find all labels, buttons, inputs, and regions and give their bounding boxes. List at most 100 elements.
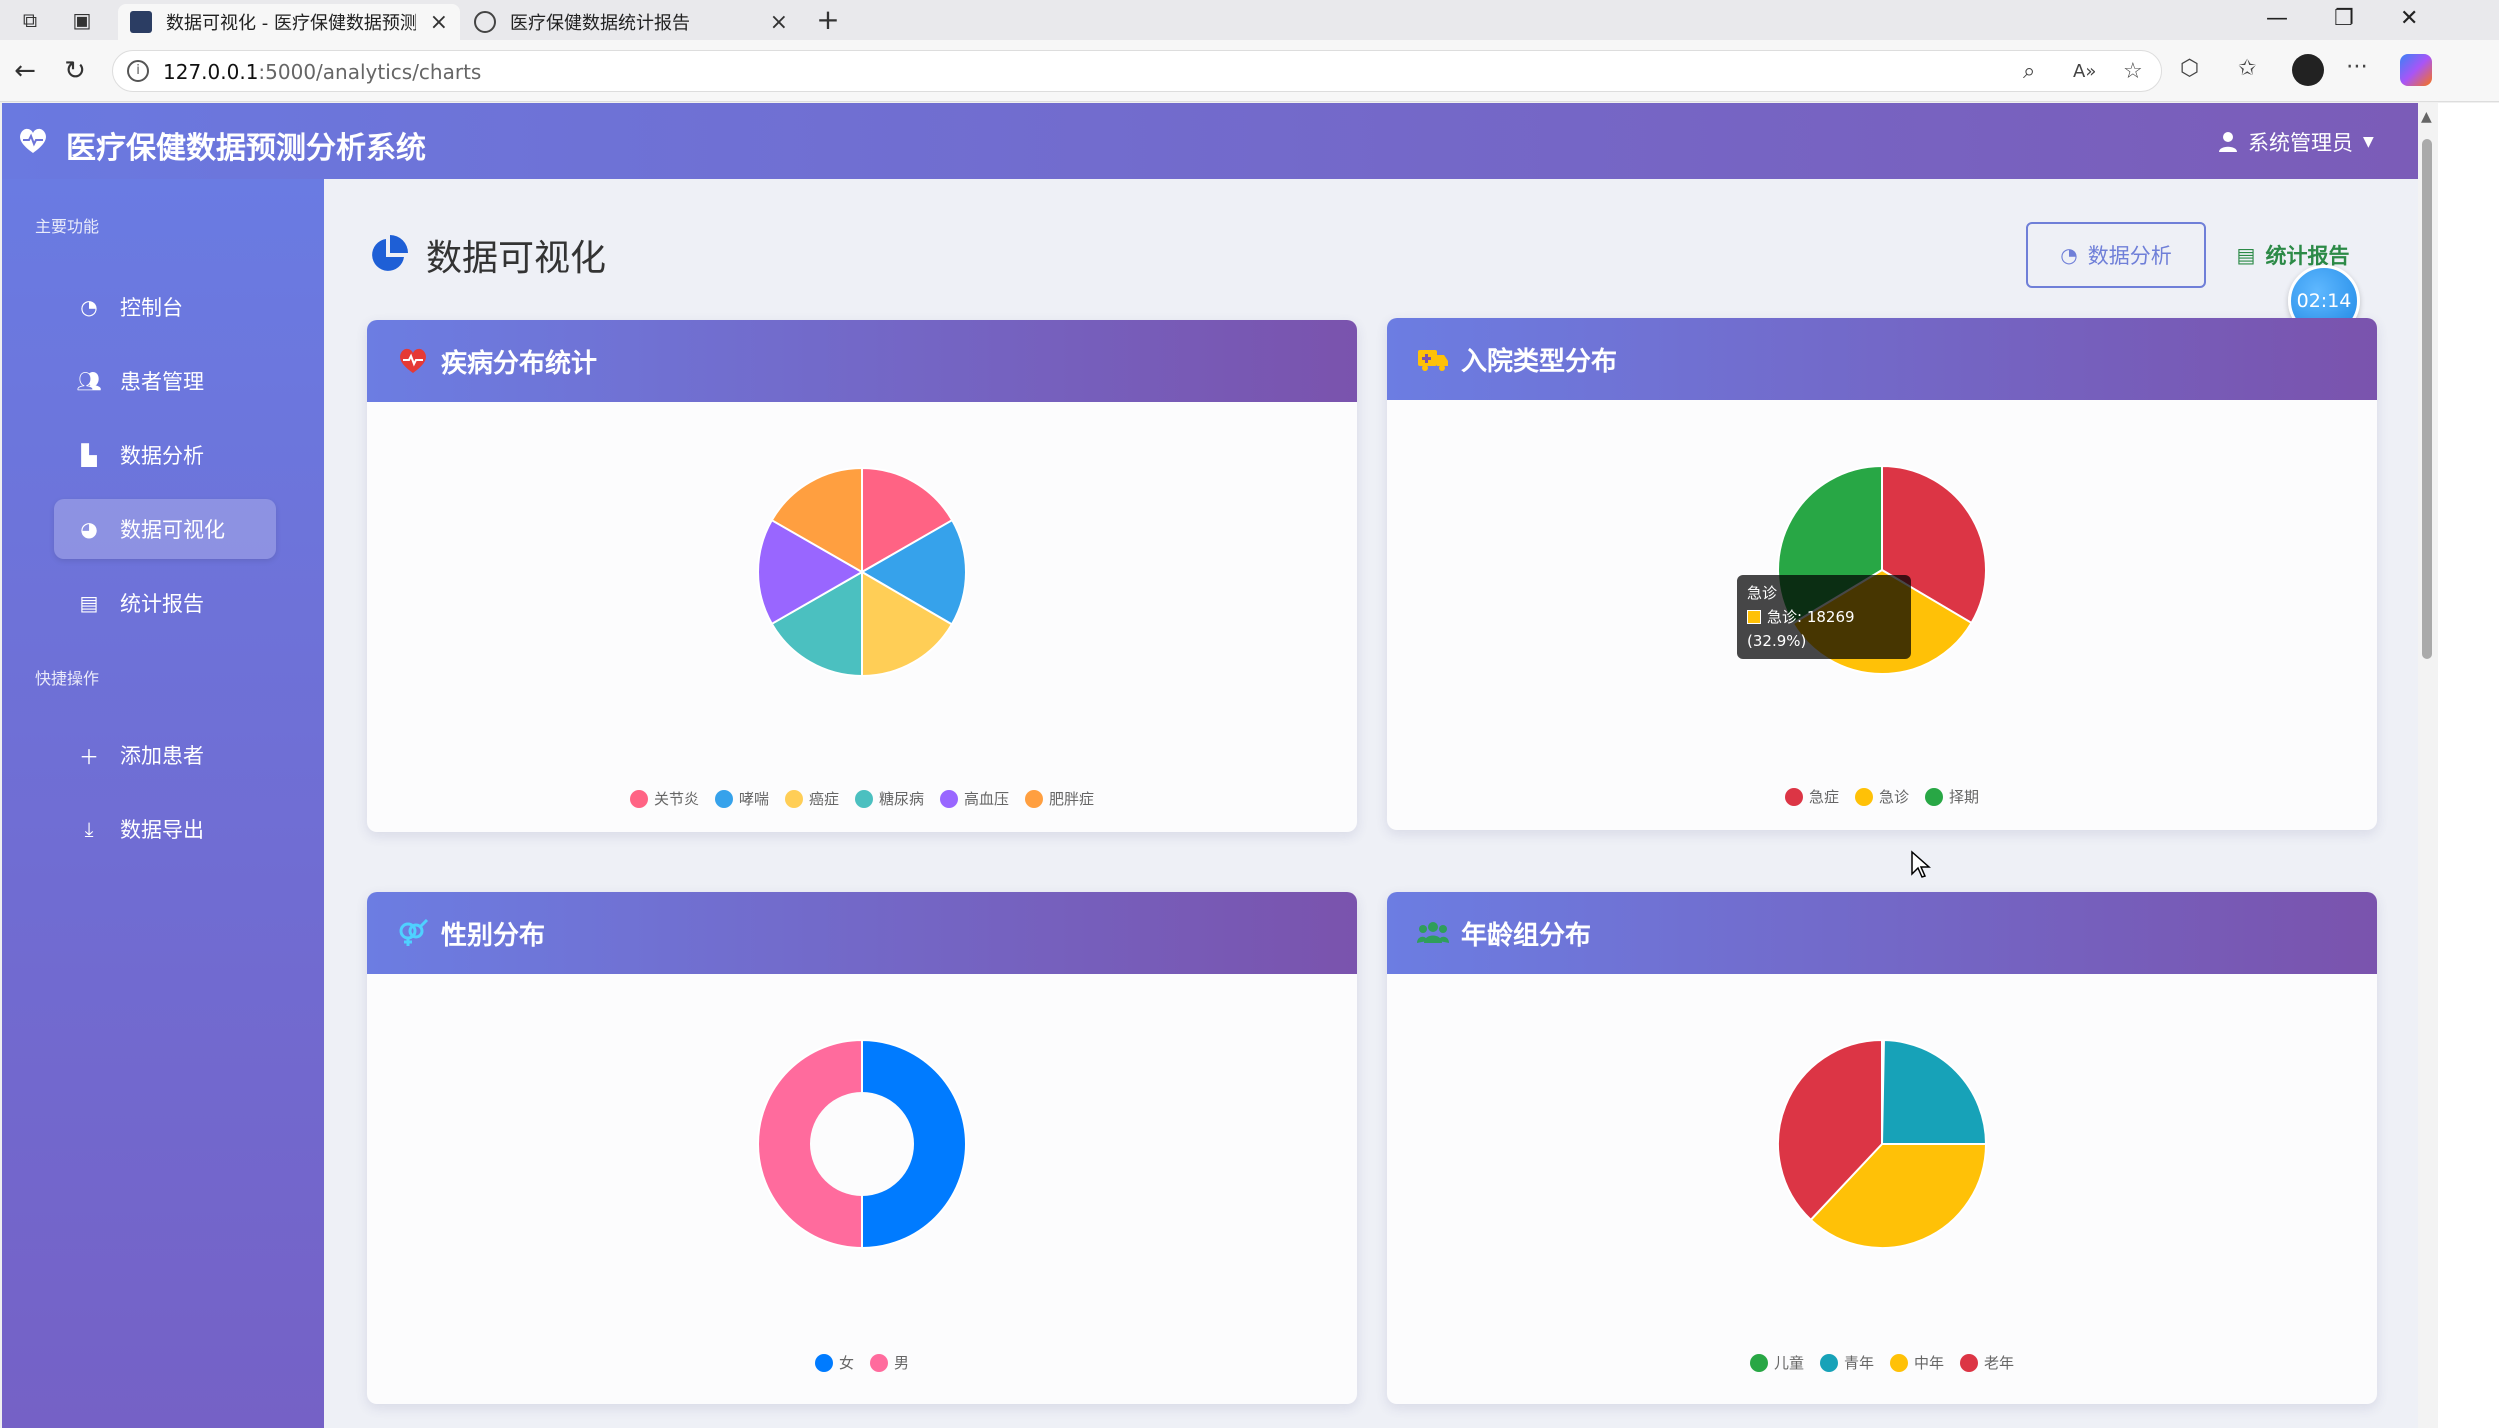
users-icon [1417, 922, 1449, 943]
legend-item[interactable]: 肥胖症 [1025, 788, 1094, 809]
gauge-icon: ◔ [2060, 243, 2078, 267]
data-analysis-button[interactable]: ◔ 数据分析 [2026, 222, 2206, 288]
legend-item[interactable]: 儿童 [1749, 1352, 1804, 1373]
more-menu-icon[interactable]: ⋯ [2346, 54, 2368, 79]
workspaces-icon[interactable]: ⧉ [18, 8, 42, 32]
close-tab-icon[interactable]: × [430, 10, 448, 35]
browser-tab-active[interactable]: 数据可视化 - 医疗保健数据预测分 × [118, 4, 460, 40]
favorites-icon[interactable]: ✩ [2238, 56, 2256, 81]
legend-swatch [1925, 787, 1943, 806]
legend-item[interactable]: 青年 [1819, 1352, 1874, 1373]
disease-pie-chart[interactable] [367, 402, 1357, 832]
page-scrollbar[interactable]: ▲ [2418, 103, 2438, 1428]
legend-item[interactable]: 糖尿病 [855, 788, 924, 809]
profile-avatar[interactable] [2292, 54, 2324, 86]
sidebar-item-reports[interactable]: ▤ 统计报告 [54, 573, 276, 633]
new-tab-button[interactable]: + [816, 6, 840, 34]
app-brand[interactable]: 医疗保健数据预测分析系统 [66, 123, 426, 167]
legend-item[interactable]: 高血压 [940, 788, 1009, 809]
user-menu[interactable]: 系统管理员 ▼ [2218, 127, 2374, 157]
legend-item[interactable]: 择期 [1925, 786, 1979, 807]
url-text: 127.0.0.1:5000/analytics/charts [163, 60, 482, 84]
legend-item[interactable]: 女 [814, 1352, 854, 1373]
terminal-favicon-icon [130, 11, 152, 33]
legend-swatch [940, 789, 959, 808]
donut-hole [810, 1092, 914, 1196]
legend-item[interactable]: 急症 [1784, 786, 1839, 807]
url-input[interactable]: i 127.0.0.1:5000/analytics/charts ⌕ A» ☆ [112, 50, 2162, 92]
sidebar-item-visualization[interactable]: ◕ 数据可视化 [54, 499, 276, 559]
legend-swatch [814, 1353, 833, 1372]
legend-item[interactable]: 男 [870, 1352, 909, 1373]
restore-button[interactable]: ❐ [2334, 6, 2354, 31]
legend-swatch [870, 1353, 888, 1372]
legend-swatch [1960, 1353, 1979, 1372]
sidebar-item-label: 数据可视化 [120, 518, 225, 542]
tab-actions-icon[interactable]: ▣ [70, 8, 94, 32]
chart-pie-icon [372, 235, 408, 271]
sidebar-item-add-patient[interactable]: ＋ 添加患者 [54, 725, 276, 785]
read-aloud-icon[interactable]: A» [2073, 61, 2096, 82]
sidebar-item-label: 控制台 [120, 296, 183, 320]
zoom-icon[interactable]: ⌕ [2023, 59, 2035, 84]
sidebar-item-dashboard[interactable]: ◔ 控制台 [54, 277, 276, 337]
chart-card-gender: 性别分布 女 男 [367, 892, 1357, 1404]
legend-item[interactable]: 中年 [1890, 1352, 1944, 1373]
legend-swatch [1749, 1353, 1768, 1372]
site-info-icon[interactable]: i [127, 60, 149, 82]
legend-label: 哮喘 [738, 790, 769, 808]
tooltip-line: 急诊: 18269 (32.9%) [1747, 605, 1901, 653]
browser-tab-bar: ⧉ ▣ 数据可视化 - 医疗保健数据预测分 × 医疗保健数据统计报告 × + —… [0, 0, 2499, 40]
gender-donut-chart[interactable] [367, 974, 1357, 1404]
browser-tab-2[interactable]: 医疗保健数据统计报告 × [462, 4, 800, 40]
ambulance-icon [1418, 350, 1448, 371]
close-tab-icon[interactable]: × [770, 10, 788, 35]
back-arrow-icon[interactable]: ← [10, 56, 40, 86]
legend-item[interactable]: 癌症 [784, 788, 839, 809]
legend-item[interactable]: 老年 [1960, 1352, 2014, 1373]
chart-legend: 急症 急诊 择期 [1387, 786, 2377, 807]
legend-label: 关节炎 [653, 790, 699, 808]
page-title-text: 数据可视化 [426, 238, 607, 279]
sidebar-item-label: 数据分析 [120, 444, 204, 468]
age-pie-chart[interactable] [1387, 974, 2377, 1404]
venus-mars-icon [399, 919, 429, 946]
pie-slice-青年[interactable] [1880, 1038, 1988, 1145]
sidebar-item-export[interactable]: ⤓ 数据导出 [54, 799, 276, 859]
caret-down-icon: ▼ [2363, 134, 2374, 150]
legend-label: 男 [894, 1354, 910, 1372]
copilot-icon[interactable] [2400, 54, 2432, 86]
legend-item[interactable]: 哮喘 [714, 788, 769, 809]
sidebar: 主要功能 ◔ 控制台 👥︎ 患者管理 ▙ 数据分析 ◕ 数据可视化 ▤ 统计报告… [2, 179, 324, 1428]
reload-icon[interactable]: ↻ [60, 56, 90, 86]
legend-swatch [1854, 787, 1873, 806]
card-header: 疾病分布统计 [367, 320, 1357, 402]
legend-label: 中年 [1914, 1354, 1945, 1372]
legend-label: 急诊 [1878, 788, 1909, 806]
scroll-thumb[interactable] [2422, 139, 2432, 659]
legend-label: 高血压 [964, 790, 1010, 808]
chart-legend: 儿童 青年 中年 老年 [1387, 1352, 2377, 1373]
minimize-button[interactable]: — [2266, 6, 2288, 31]
scroll-up-arrow-icon[interactable]: ▲ [2421, 109, 2432, 125]
legend-item[interactable]: 关节炎 [629, 788, 699, 809]
favorite-star-icon[interactable]: ☆ [2123, 59, 2143, 84]
legend-item[interactable]: 急诊 [1854, 786, 1909, 807]
sidebar-item-label: 患者管理 [120, 370, 204, 394]
legend-swatch [1025, 789, 1044, 808]
file-icon: ▤ [79, 591, 99, 615]
file-icon: ▤ [2236, 243, 2256, 267]
card-title: 性别分布 [441, 920, 546, 951]
legend-swatch [855, 789, 873, 808]
sidebar-item-analysis[interactable]: ▙ 数据分析 [54, 425, 276, 485]
extensions-icon[interactable]: ⬡ [2180, 56, 2199, 81]
sidebar-item-label: 统计报告 [120, 592, 204, 616]
chart-legend: 关节炎 哮喘 癌症 糖尿病 高血压 肥胖症 [367, 788, 1357, 809]
user-name: 系统管理员 [2248, 131, 2353, 155]
top-navbar: 医疗保健数据预测分析系统 系统管理员 ▼ [2, 103, 2418, 179]
card-header: 性别分布 [367, 892, 1357, 974]
legend-label: 老年 [1984, 1354, 2015, 1372]
chart-card-disease: 疾病分布统计 关节炎 哮喘 癌症 糖尿病 高血压 肥胖症 [367, 320, 1357, 832]
close-window-button[interactable]: ✕ [2400, 6, 2418, 31]
sidebar-item-patients[interactable]: 👥︎ 患者管理 [54, 351, 276, 411]
